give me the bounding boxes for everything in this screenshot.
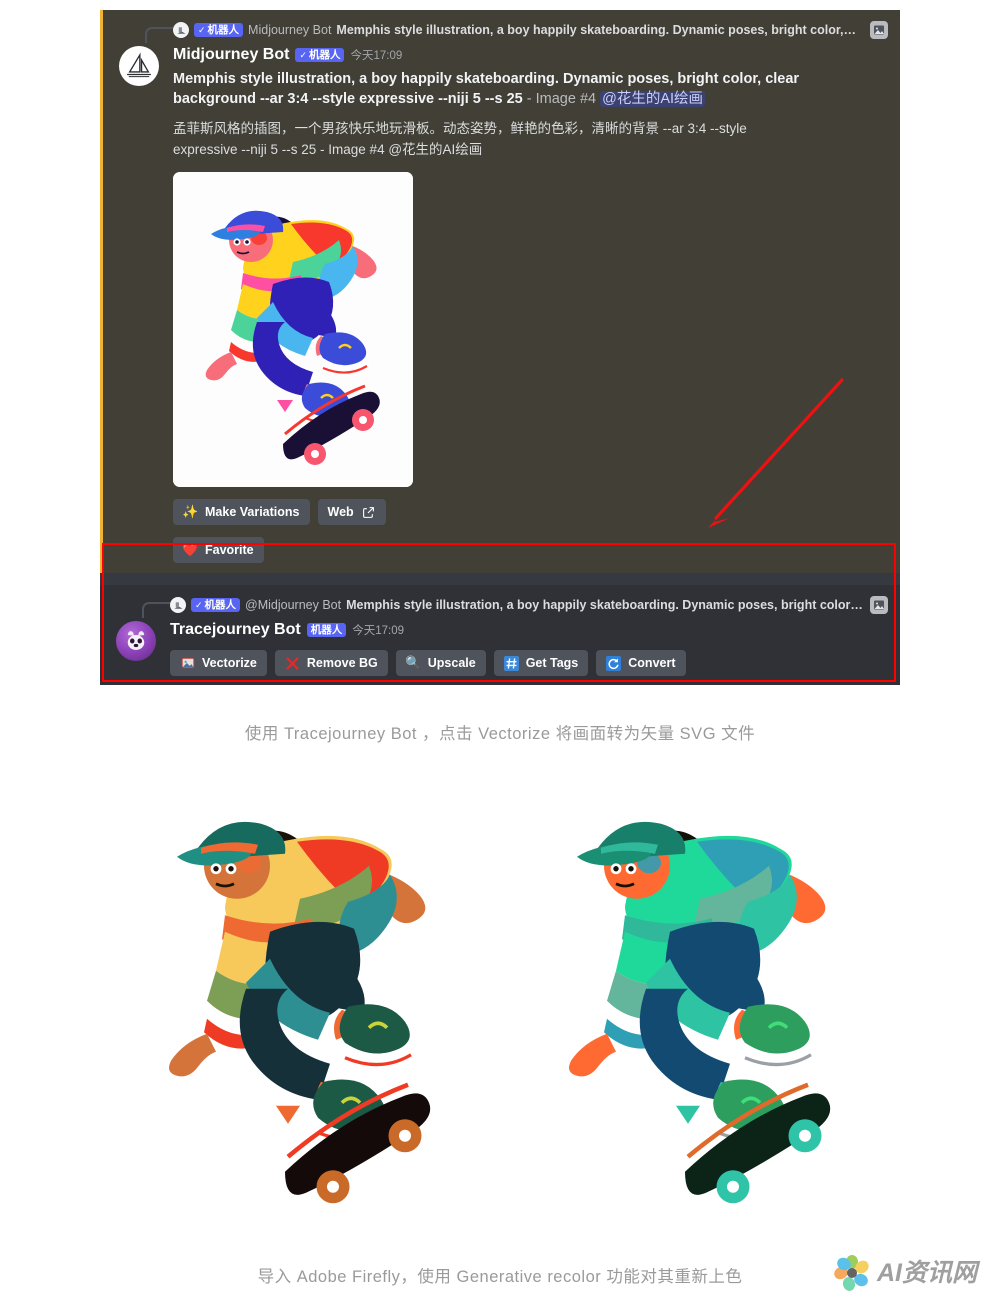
illustration-recolor-warm: [120, 760, 480, 1240]
message-midjourney: ✓ 机器人 Midjourney Bot Memphis style illust…: [100, 10, 900, 573]
author-name[interactable]: Tracejourney Bot: [170, 621, 301, 639]
button-label: Upscale: [427, 656, 476, 670]
reply-author: @Midjourney Bot: [245, 598, 342, 612]
author-name[interactable]: Midjourney Bot: [173, 46, 289, 64]
remove-bg-button[interactable]: Remove BG: [274, 650, 388, 676]
get-tags-button[interactable]: Get Tags: [493, 650, 589, 676]
button-label: Remove BG: [306, 656, 378, 670]
tracejourney-button-row-1: Vectorize Remove BG 🔍 Upscale Get Tags C…: [170, 650, 888, 676]
prompt-bold: Memphis style illustration, a boy happil…: [173, 71, 800, 107]
bot-badge: ✓ 机器人: [194, 23, 244, 37]
reply-author: Midjourney Bot: [248, 23, 332, 37]
author-row-tracejourney: Tracejourney Bot 机器人 今天17:09: [170, 619, 888, 641]
illustration-recolor-cool: [520, 760, 880, 1240]
prompt-suffix: - Image #4: [522, 91, 601, 107]
heart-icon: ❤️: [182, 542, 199, 557]
caption-vectorize: 使用 Tracejourney Bot ，点击 Vectorize 将画面转为矢…: [244, 725, 756, 743]
favorite-button[interactable]: ❤️ Favorite: [173, 537, 264, 563]
vectorize-button[interactable]: Vectorize: [170, 650, 267, 676]
message-body-tracejourney: Tracejourney Bot 机器人 今天17:09 Vectorize R…: [100, 617, 900, 685]
picture-icon: [180, 656, 195, 671]
magnifier-icon: 🔍: [405, 655, 422, 670]
bot-badge: 机器人: [306, 623, 347, 637]
bot-badge: ✓ 机器人: [191, 598, 241, 612]
web-button[interactable]: Web: [317, 499, 386, 525]
avatar-tracejourney[interactable]: [116, 621, 156, 661]
midjourney-button-row-1: ✨ Make Variations Web: [173, 499, 888, 525]
image-thumbnail-icon: [870, 21, 888, 39]
button-label: Favorite: [205, 543, 254, 557]
midjourney-button-row-2: ❤️ Favorite: [173, 537, 888, 563]
timestamp: 今天17:09: [352, 625, 404, 637]
reply-spine: [145, 27, 173, 43]
author-row-midjourney: Midjourney Bot ✓ 机器人 今天17:09: [173, 44, 888, 66]
watermark-text: AI资讯网: [877, 1259, 978, 1287]
generated-image-card[interactable]: [173, 172, 413, 487]
prompt-mention[interactable]: @花生的AI绘画: [600, 91, 706, 107]
check-icon: ✓: [299, 50, 307, 60]
reply-preview-text: Memphis style illustration, a boy happil…: [346, 598, 863, 612]
avatar-midjourney[interactable]: [119, 46, 159, 86]
prompt-text-chinese: 孟菲斯风格的插图，一个男孩快乐地玩滑板。动态姿势，鲜艳的色彩，清晰的背景 --a…: [173, 121, 747, 157]
button-label: Convert: [628, 656, 676, 670]
external-link-icon: [361, 505, 376, 520]
sparkles-icon: ✨: [182, 504, 199, 519]
reply-reference-midjourney[interactable]: ✓ 机器人 Midjourney Bot Memphis style illust…: [103, 10, 900, 43]
image-thumbnail-icon: [870, 596, 888, 614]
reply-avatar-icon: [170, 597, 186, 613]
upscale-button[interactable]: 🔍 Upscale: [395, 650, 486, 676]
reply-avatar-icon: [173, 22, 189, 38]
reply-preview-text: Memphis style illustration, a boy happil…: [336, 23, 857, 37]
flower-petals-logo-icon: [834, 1255, 869, 1291]
hash-icon: [503, 655, 519, 671]
red-x-icon: [285, 656, 300, 671]
convert-button[interactable]: Convert: [596, 650, 686, 676]
discord-panel: ✓ 机器人 Midjourney Bot Memphis style illust…: [100, 10, 900, 685]
check-icon: ✓: [198, 25, 206, 35]
reply-spine: [142, 602, 170, 618]
button-label: Vectorize: [202, 656, 257, 670]
button-label: Get Tags: [525, 656, 579, 670]
prompt-text: Memphis style illustration, a boy happil…: [173, 69, 863, 109]
bot-badge: ✓ 机器人: [295, 48, 345, 62]
refresh-icon: [606, 655, 622, 671]
button-label: Make Variations: [205, 505, 300, 519]
memphis-skateboarder-original: [173, 172, 413, 487]
timestamp: 今天17:09: [350, 50, 403, 62]
reply-reference-tracejourney[interactable]: ✓ 机器人 @Midjourney Bot Memphis style illus…: [100, 585, 900, 618]
message-tracejourney: ✓ 机器人 @Midjourney Bot Memphis style illus…: [100, 585, 900, 685]
check-icon: ✓: [195, 600, 203, 610]
button-label: Web: [327, 505, 354, 519]
watermark: AI资讯网: [832, 1250, 992, 1296]
make-variations-button[interactable]: ✨ Make Variations: [173, 499, 310, 525]
message-body-midjourney: Midjourney Bot ✓ 机器人 今天17:09 Memphis styl…: [103, 42, 900, 573]
